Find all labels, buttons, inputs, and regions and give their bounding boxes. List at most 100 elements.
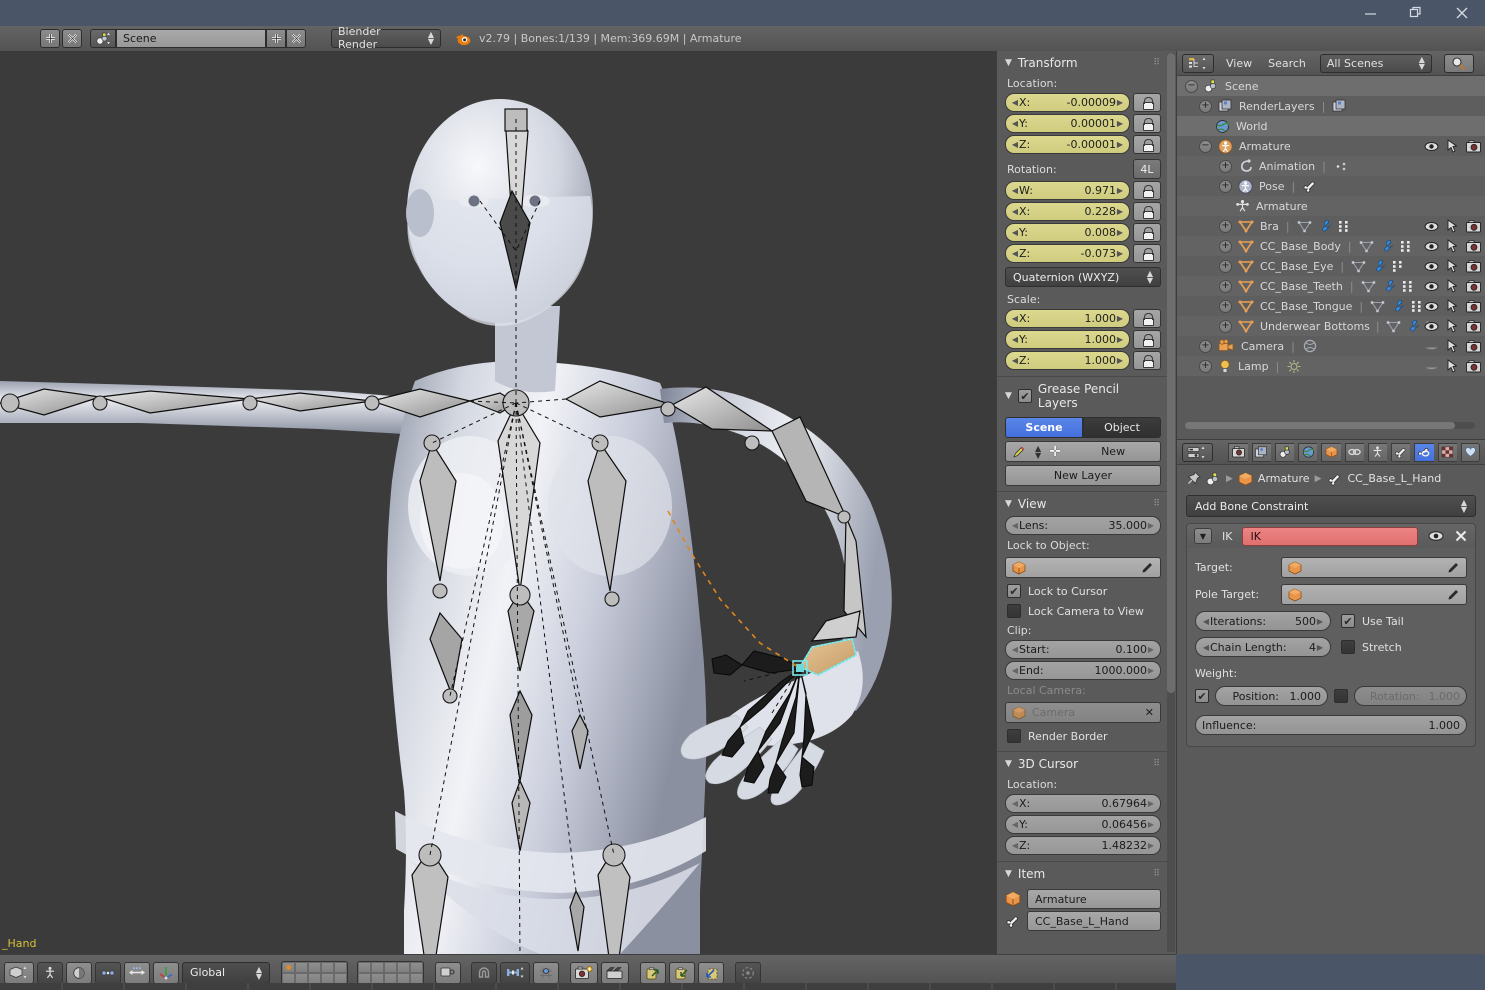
increment-arrow-icon[interactable]: ▶	[1147, 521, 1155, 530]
outliner-display-mode-dropdown[interactable]: All Scenes ▲ ▼	[1319, 53, 1432, 73]
window-close-button[interactable]	[1439, 0, 1485, 26]
renderability-toggle-icon[interactable]	[1463, 216, 1484, 236]
increment-arrow-icon[interactable]: ▶	[1116, 98, 1124, 107]
stretch-checkbox[interactable]: Stretch	[1341, 640, 1402, 654]
outliner-row-animation[interactable]: + Animation |	[1177, 156, 1485, 176]
clip-start-field[interactable]: ◀ Start: 0.100 ▶	[1005, 640, 1161, 659]
tab-bone[interactable]	[1391, 442, 1411, 462]
increment-arrow-icon[interactable]: ▶	[1316, 617, 1324, 626]
scale-x-field[interactable]: ◀ X: 1.000 ▶	[1005, 309, 1130, 328]
lock-location-y-button[interactable]	[1133, 114, 1161, 133]
outliner-search-button[interactable]	[1443, 53, 1474, 73]
increment-arrow-icon[interactable]: ▶	[1116, 228, 1124, 237]
modifier-wrench-icon[interactable]	[1382, 279, 1397, 293]
selectability-toggle-icon[interactable]	[1442, 296, 1463, 316]
editor-type-button[interactable]	[4, 961, 34, 984]
outliner-row-underwear-bottoms[interactable]: + Underwear Bottoms | ⋮	[1177, 316, 1485, 336]
scene-layers-group-1[interactable]	[281, 960, 348, 985]
expand-collapse-icon[interactable]: −	[1185, 79, 1198, 93]
collapse-triangle-icon[interactable]: ▼	[1194, 528, 1212, 544]
position-weight-field[interactable]: Position: 1.000	[1215, 686, 1328, 706]
camera-data-icon[interactable]	[1302, 339, 1318, 353]
clear-x-icon[interactable]: ✕	[1145, 706, 1154, 719]
lock-scale-x-button[interactable]	[1133, 309, 1161, 328]
lock-rotation-w-button[interactable]	[1133, 181, 1161, 200]
scale-y-field[interactable]: ◀ Y: 1.000 ▶	[1005, 330, 1130, 349]
local-camera-field[interactable]: Camera ✕	[1005, 702, 1161, 723]
close-x-icon[interactable]	[1454, 529, 1468, 543]
increment-arrow-icon[interactable]: ▶	[1147, 841, 1155, 850]
lock-scene-to-object-button[interactable]	[435, 961, 461, 984]
interaction-mode-dropdown[interactable]	[37, 961, 63, 984]
scene-remove-button[interactable]	[286, 28, 306, 48]
decrement-arrow-icon[interactable]: ◀	[1011, 521, 1019, 530]
increment-arrow-icon[interactable]: ▶	[1116, 140, 1124, 149]
mesh-data-icon[interactable]	[1297, 220, 1313, 233]
mesh-data-icon[interactable]	[1359, 240, 1375, 253]
decrement-arrow-icon[interactable]: ◀	[1011, 228, 1019, 237]
outliner-row-camera[interactable]: + Camera |	[1177, 336, 1485, 356]
clip-end-field[interactable]: ◀ End: 1000.000 ▶	[1005, 661, 1161, 680]
visibility-toggle-icon[interactable]	[1421, 296, 1442, 316]
selectability-toggle-icon[interactable]	[1442, 216, 1463, 236]
increment-arrow-icon[interactable]: ▶	[1147, 820, 1155, 829]
cursor-x-field[interactable]: ◀ X: 0.67964 ▶	[1005, 794, 1161, 813]
modifier-wrench-icon[interactable]	[1391, 299, 1406, 313]
eyedropper-icon[interactable]	[1141, 561, 1154, 574]
add-bone-constraint-dropdown[interactable]: Add Bone Constraint ▲ ▼	[1186, 495, 1476, 517]
lens-field[interactable]: ◀ Lens: 35.000 ▶	[1005, 516, 1161, 535]
grease-pencil-section-header[interactable]: ▼ ✔ Grease Pencil Layers	[997, 376, 1169, 414]
tab-render-layers[interactable]	[1251, 442, 1271, 462]
item-bone-name-field[interactable]: CC_Base_L_Hand	[1027, 911, 1161, 931]
outliner-row-renderlayers[interactable]: + RenderLayers |	[1177, 96, 1485, 116]
increment-arrow-icon[interactable]: ▶	[1116, 207, 1124, 216]
transform-orientation-dropdown[interactable]: Global ▲ ▼	[182, 961, 270, 984]
iterations-field[interactable]: ◀ Iterations: 500 ▶	[1195, 611, 1331, 631]
lock-location-x-button[interactable]	[1133, 93, 1161, 112]
render-engine-dropdown[interactable]: Blender Render ▲ ▼	[331, 25, 441, 51]
selectability-toggle-icon[interactable]	[1442, 236, 1463, 256]
vertex-group-icon[interactable]	[1400, 240, 1414, 253]
increment-arrow-icon[interactable]: ▶	[1116, 249, 1124, 258]
tab-world[interactable]	[1298, 442, 1318, 462]
tab-texture[interactable]	[1437, 442, 1457, 462]
outliner-row-bra[interactable]: + Bra |	[1177, 216, 1485, 236]
use-tail-checkbox[interactable]: ✔ Use Tail	[1341, 614, 1404, 628]
increment-arrow-icon[interactable]: ▶	[1147, 799, 1155, 808]
decrement-arrow-icon[interactable]: ◀	[1011, 820, 1019, 829]
visibility-toggle-icon[interactable]	[1421, 236, 1442, 256]
render-animation-button[interactable]	[601, 961, 629, 984]
snap-target-dropdown[interactable]	[500, 961, 530, 984]
lock-rotation-z-button[interactable]	[1133, 244, 1161, 263]
increment-arrow-icon[interactable]: ▶	[1316, 643, 1324, 652]
visibility-toggle-icon[interactable]	[1421, 136, 1442, 156]
decrement-arrow-icon[interactable]: ◀	[1011, 335, 1019, 344]
selectability-toggle-icon[interactable]	[1442, 256, 1463, 276]
expand-collapse-icon[interactable]: +	[1199, 99, 1212, 113]
modifier-wrench-icon[interactable]	[1318, 219, 1333, 233]
rotation-z-field[interactable]: ◀ Z: -0.073 ▶	[1005, 244, 1130, 263]
mesh-data-icon[interactable]	[1361, 280, 1377, 293]
scene-browse-button[interactable]	[90, 28, 116, 48]
renderability-toggle-icon[interactable]	[1463, 256, 1484, 276]
outliner-editor-type-button[interactable]	[1182, 53, 1214, 73]
item-object-name-field[interactable]: Armature	[1027, 889, 1161, 909]
decrement-arrow-icon[interactable]: ◀	[1011, 119, 1019, 128]
decrement-arrow-icon[interactable]: ◀	[1011, 249, 1019, 258]
lock-rotation-y-button[interactable]	[1133, 223, 1161, 242]
outliner-row-world[interactable]: World	[1177, 116, 1485, 136]
tab-scene[interactable]	[1274, 442, 1295, 462]
lock-scale-z-button[interactable]	[1133, 351, 1161, 370]
scene-name-field[interactable]: Scene	[116, 28, 266, 48]
increment-arrow-icon[interactable]: ▶	[1116, 186, 1124, 195]
outliner-row-pose[interactable]: + Pose |	[1177, 176, 1485, 196]
position-weight-checkbox[interactable]: ✔	[1195, 689, 1209, 703]
transform-section-header[interactable]: ▼ Transform ⠿	[997, 51, 1169, 74]
vertex-group-icon[interactable]	[1392, 260, 1406, 273]
rotation-weight-checkbox[interactable]	[1334, 689, 1348, 703]
gp-new-layer-button[interactable]: New Layer	[1005, 465, 1161, 486]
eyedropper-icon[interactable]	[1447, 588, 1460, 601]
scale-z-field[interactable]: ◀ Z: 1.000 ▶	[1005, 351, 1130, 370]
renderability-toggle-icon[interactable]	[1463, 336, 1484, 356]
expand-collapse-icon[interactable]: +	[1219, 159, 1232, 173]
